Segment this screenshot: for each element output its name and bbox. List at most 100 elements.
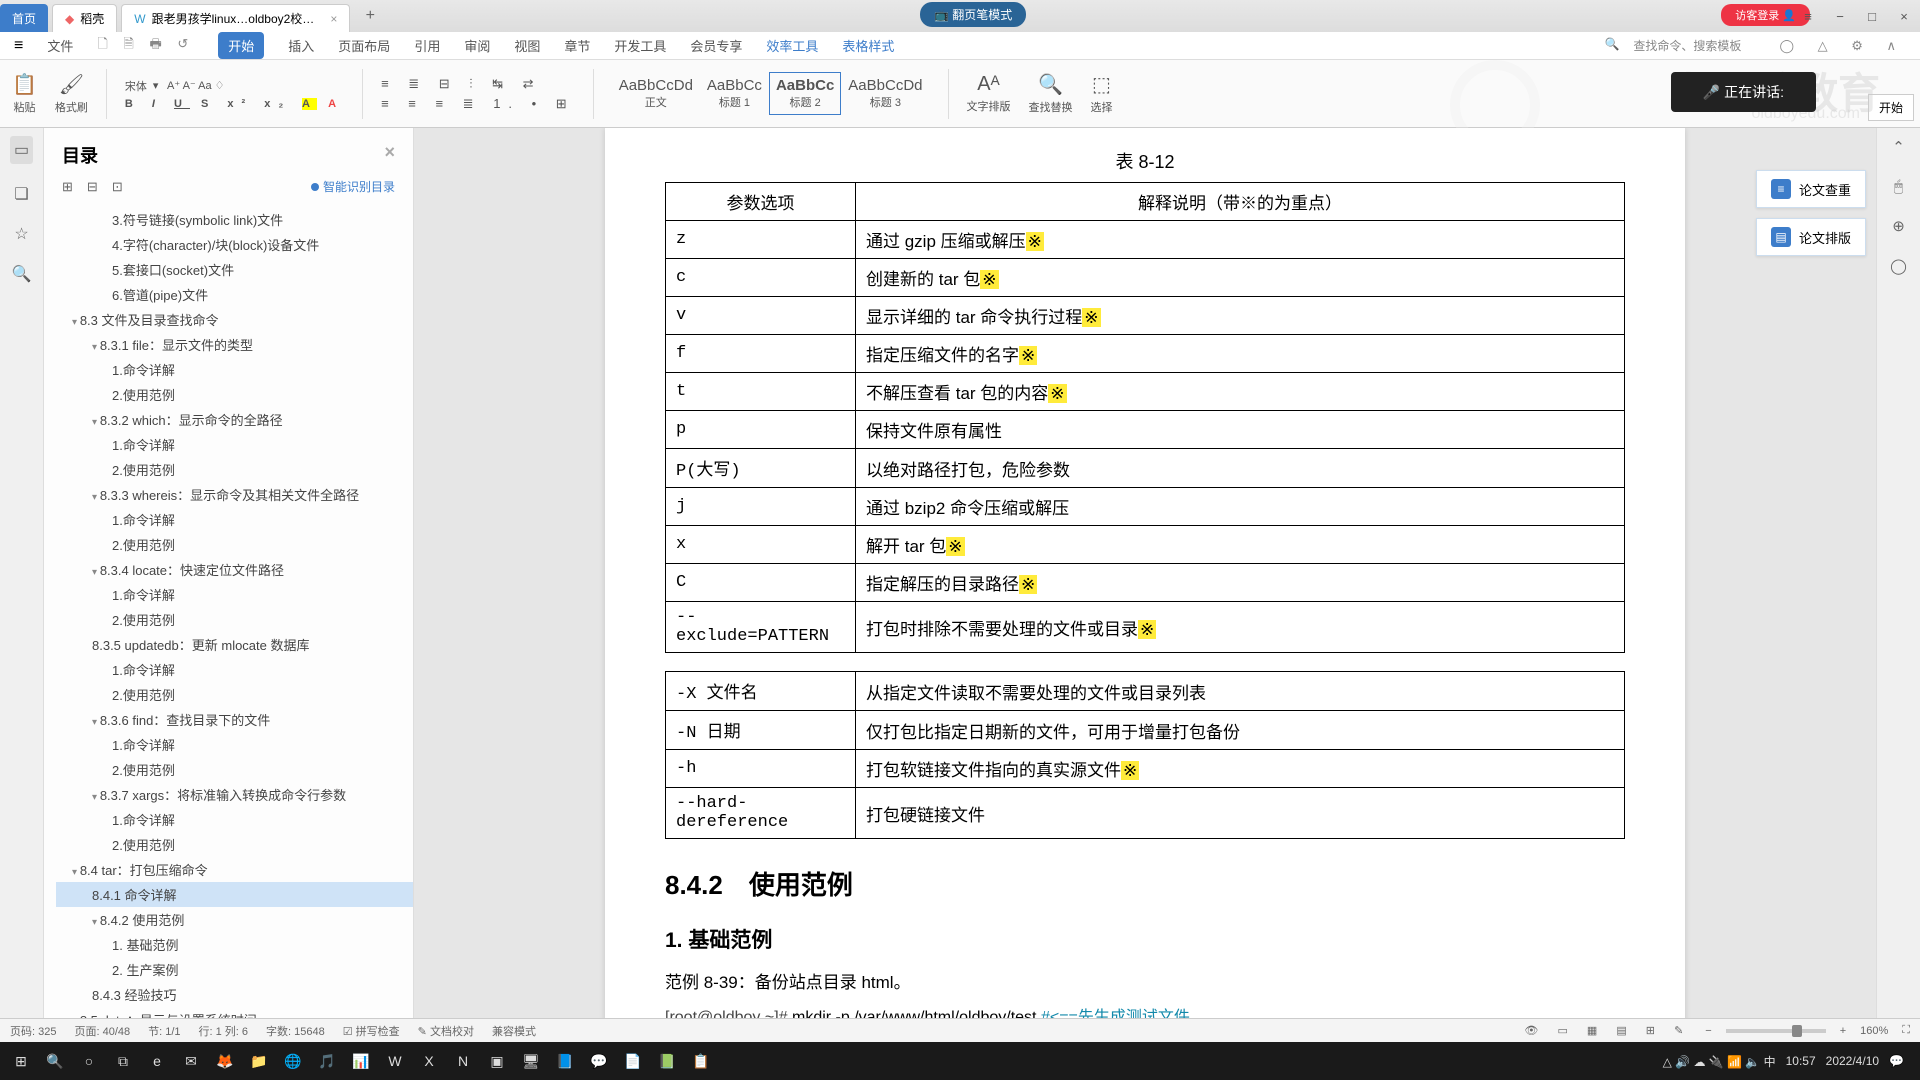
taskbar-app-icon[interactable]: e — [142, 1046, 172, 1076]
menu-efficiency[interactable]: 效率工具 — [766, 36, 818, 55]
outline-close-icon[interactable]: × — [384, 142, 395, 168]
outline-item[interactable]: 8.3.1 file：显示文件的类型 — [56, 332, 413, 357]
open-sidebar-button[interactable]: 开始 — [1868, 94, 1914, 121]
notifications-icon[interactable]: 💬 — [1889, 1054, 1904, 1068]
outline-item[interactable]: 8.3.6 find：查找目录下的文件 — [56, 707, 413, 732]
outline-item[interactable]: 8.3.2 which：显示命令的全路径 — [56, 407, 413, 432]
outline-item[interactable]: 2.使用范例 — [56, 682, 413, 707]
outline-item[interactable]: 2.使用范例 — [56, 532, 413, 557]
paper-check-card[interactable]: ≡论文查重 — [1756, 170, 1866, 208]
menu-reference[interactable]: 引用 — [414, 36, 440, 55]
taskbar-app-icon[interactable]: 🖥 — [516, 1046, 546, 1076]
outline-item[interactable]: 3.符号链接(symbolic link)文件 — [56, 207, 413, 232]
outline-item[interactable]: 8.3 文件及目录查找命令 — [56, 307, 413, 332]
text-layout-button[interactable]: Aᴬ文字排版 — [967, 73, 1011, 114]
style-gallery[interactable]: AaBbCcDd正文 AaBbCc标题 1 AaBbCc标题 2 AaBbCcD… — [612, 72, 930, 115]
outline-item[interactable]: 2.使用范例 — [56, 457, 413, 482]
taskbar-app-icon[interactable]: ⊞ — [6, 1046, 36, 1076]
search-box[interactable]: 🔍 查找命令、搜索模板 — [1604, 37, 1741, 54]
thumbs-icon[interactable]: ❏ — [14, 184, 28, 204]
zoom-value[interactable]: 160% — [1860, 1025, 1888, 1037]
paper-layout-card[interactable]: ▤论文排版 — [1756, 218, 1866, 256]
outline-item[interactable]: 1.命令详解 — [56, 732, 413, 757]
taskbar-app-icon[interactable]: N — [448, 1046, 478, 1076]
window-close-icon[interactable]: × — [1888, 2, 1920, 30]
outline-item[interactable]: 5.套接口(socket)文件 — [56, 257, 413, 282]
menu-dev[interactable]: 开发工具 — [614, 36, 666, 55]
taskbar-app-icon[interactable]: 🌐 — [278, 1046, 308, 1076]
menu-insert[interactable]: 插入 — [288, 36, 314, 55]
font-controls[interactable]: 宋体 ▾ A⁺ A⁻ Aa ♢ B I U S x² x₂ A A — [125, 78, 344, 110]
select-button[interactable]: ⬚选择 — [1091, 72, 1113, 115]
new-tab-button[interactable]: + — [358, 7, 382, 25]
outline-item[interactable]: 1.命令详解 — [56, 657, 413, 682]
window-maximize-icon[interactable]: □ — [1856, 2, 1888, 30]
outline-item[interactable]: 2.使用范例 — [56, 382, 413, 407]
taskbar-app-icon[interactable]: ○ — [74, 1046, 104, 1076]
outline-item[interactable]: 2.使用范例 — [56, 757, 413, 782]
taskbar-app-icon[interactable]: X — [414, 1046, 444, 1076]
help-icon[interactable]: ◯ — [1890, 257, 1907, 275]
taskbar-app-icon[interactable]: 📘 — [550, 1046, 580, 1076]
outline-item[interactable]: 1.命令详解 — [56, 507, 413, 532]
outline-item[interactable]: 8.4 tar：打包压缩命令 — [56, 857, 413, 882]
taskbar-app-icon[interactable]: ⧉ — [108, 1046, 138, 1076]
search-icon[interactable]: 🔍 — [12, 264, 32, 284]
window-minimize-icon[interactable]: − — [1824, 2, 1856, 30]
taskbar-app-icon[interactable]: ✉ — [176, 1046, 206, 1076]
paragraph-controls[interactable]: ≡ ≣ ⊟ ⫶ ↹ ⇄ ≡ ≡ ≡ ≣ 1. • ⊞ — [381, 76, 575, 112]
tab-home[interactable]: 首页 — [0, 4, 48, 32]
zoom-slider[interactable] — [1726, 1029, 1826, 1033]
outline-item[interactable]: 2. 生产案例 — [56, 957, 413, 982]
outline-item[interactable]: 6.管道(pipe)文件 — [56, 282, 413, 307]
taskbar-app-icon[interactable]: W — [380, 1046, 410, 1076]
zoom-in-icon[interactable]: + — [1840, 1025, 1846, 1037]
outline-item[interactable]: 2.使用范例 — [56, 607, 413, 632]
outline-item[interactable]: 8.4.1 命令详解 — [56, 882, 413, 907]
menu-view[interactable]: 视图 — [514, 36, 540, 55]
outline-item[interactable]: 1.命令详解 — [56, 357, 413, 382]
find-replace-button[interactable]: 🔍查找替换 — [1029, 72, 1073, 115]
taskbar-app-icon[interactable]: 📗 — [652, 1046, 682, 1076]
taskbar-app-icon[interactable]: 📊 — [346, 1046, 376, 1076]
outline-item[interactable]: 8.3.7 xargs：将标准输入转换成命令行参数 — [56, 782, 413, 807]
outline-expand-icon[interactable]: ⊞ — [62, 179, 73, 195]
cursor-icon[interactable]: 🖱 — [1894, 178, 1903, 195]
outline-item[interactable]: 1.命令详解 — [56, 807, 413, 832]
system-tray[interactable]: △ 🔊 ☁ 🔌 📶 🔈 中 10:57 2022/4/10 💬 — [1663, 1053, 1914, 1070]
taskbar-app-icon[interactable]: ▣ — [482, 1046, 512, 1076]
taskbar-app-icon[interactable]: 📋 — [686, 1046, 716, 1076]
status-docfix[interactable]: ✎ 文档校对 — [418, 1023, 474, 1039]
menu-layout[interactable]: 页面布局 — [338, 36, 390, 55]
outline-item[interactable]: 2.使用范例 — [56, 832, 413, 857]
outline-level-icon[interactable]: ⊡ — [112, 179, 123, 195]
outline-icon[interactable]: ▭ — [10, 136, 33, 164]
window-menu-icon[interactable]: ≡ — [1792, 2, 1824, 30]
menu-file[interactable]: 文件 — [47, 36, 73, 55]
menu-quick-icons[interactable]: 🗋 🗎 🖶 ↺ — [97, 35, 194, 57]
outline-item[interactable]: 8.4.3 经验技巧 — [56, 982, 413, 1007]
collapse-icon[interactable]: ⌃ — [1892, 138, 1905, 156]
tab-doc-1[interactable]: ◆稻壳 — [52, 4, 117, 32]
add-icon[interactable]: ⊕ — [1892, 217, 1905, 235]
format-brush-button[interactable]: 🖌格式刷 — [55, 72, 88, 115]
outline-item[interactable]: 1.命令详解 — [56, 582, 413, 607]
view-mode-icons[interactable]: 👁 ▭ ▦ ▤ ⊞ ✎ — [1524, 1024, 1691, 1037]
taskbar-app-icon[interactable]: 🦊 — [210, 1046, 240, 1076]
outline-item[interactable]: 8.3.4 locate：快速定位文件路径 — [56, 557, 413, 582]
document-area[interactable]: 表 8-12 参数选项解释说明（带※的为重点） z通过 gzip 压缩或解压※c… — [414, 128, 1876, 1042]
menu-start[interactable]: 开始 — [218, 32, 264, 59]
taskbar-app-icon[interactable]: 📄 — [618, 1046, 648, 1076]
menu-review[interactable]: 审阅 — [464, 36, 490, 55]
outline-item[interactable]: 4.字符(character)/块(block)设备文件 — [56, 232, 413, 257]
taskbar-app-icon[interactable]: 💬 — [584, 1046, 614, 1076]
outline-item[interactable]: 1. 基础范例 — [56, 932, 413, 957]
menu-table-style[interactable]: 表格样式 — [842, 36, 894, 55]
taskbar-app-icon[interactable]: 🔍 — [40, 1046, 70, 1076]
hamburger-icon[interactable]: ≡ — [14, 37, 23, 55]
outline-item[interactable]: 8.3.5 updatedb：更新 mlocate 数据库 — [56, 632, 413, 657]
fullscreen-icon[interactable]: ⛶ — [1902, 1024, 1910, 1037]
menu-vip[interactable]: 会员专享 — [690, 36, 742, 55]
outline-item[interactable]: 1.命令详解 — [56, 432, 413, 457]
bookmark-icon[interactable]: ☆ — [14, 224, 28, 244]
